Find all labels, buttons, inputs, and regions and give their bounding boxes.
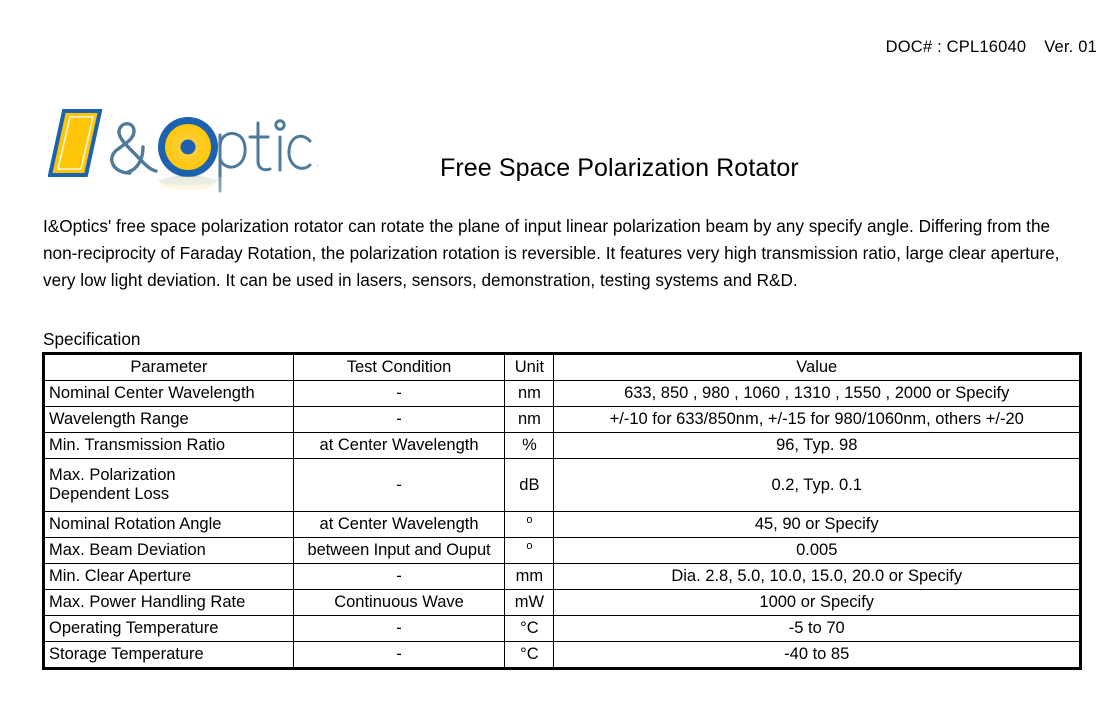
document-version: Ver. 01 bbox=[1044, 38, 1097, 56]
cell-parameter: Storage Temperature bbox=[44, 641, 294, 668]
cell-condition: at Center Wavelength bbox=[292, 432, 506, 459]
cell-unit: % bbox=[504, 432, 555, 459]
cell-parameter: Operating Temperature bbox=[44, 615, 294, 642]
column-header-parameter: Parameter bbox=[44, 354, 294, 381]
logo-reflection bbox=[48, 176, 318, 203]
column-header-value: Value bbox=[553, 354, 1080, 381]
cell-value: -40 to 85 bbox=[553, 641, 1080, 668]
cell-unit: dB bbox=[504, 458, 555, 512]
cell-parameter: Max. Power Handling Rate bbox=[44, 589, 294, 616]
cell-condition: - bbox=[292, 563, 506, 590]
cell-unit: mW bbox=[504, 589, 555, 616]
page-title: Free Space Polarization Rotator bbox=[440, 154, 799, 182]
company-logo bbox=[48, 103, 318, 203]
cell-condition: - bbox=[292, 615, 506, 642]
logo-ampersand bbox=[110, 122, 158, 175]
intro-paragraph: I&Optics' free space polarization rotato… bbox=[43, 216, 1060, 290]
cell-parameter: Wavelength Range bbox=[44, 406, 294, 433]
table-row: Wavelength Range - nm +/-10 for 633/850n… bbox=[44, 406, 1080, 433]
cell-unit: nm bbox=[504, 406, 555, 433]
cell-value: 45, 90 or Specify bbox=[553, 511, 1080, 538]
table-row: Max. Power Handling Rate Continuous Wave… bbox=[44, 589, 1080, 616]
cell-parameter: Max. Beam Deviation bbox=[44, 537, 294, 564]
cell-condition: - bbox=[292, 458, 506, 512]
table-row: Operating Temperature - °C -5 to 70 bbox=[44, 615, 1080, 642]
cell-value: 96, Typ. 98 bbox=[553, 432, 1080, 459]
logo-letter-i bbox=[48, 109, 103, 177]
cell-unit: nm bbox=[504, 380, 555, 407]
cell-condition: - bbox=[292, 406, 506, 433]
cell-unit: °C bbox=[504, 615, 555, 642]
cell-unit: mm bbox=[504, 563, 555, 590]
document-header: DOC# : CPL16040 Ver. 01 bbox=[886, 38, 1097, 57]
table-row: Min. Transmission Ratio at Center Wavele… bbox=[44, 432, 1080, 459]
degree-symbol: o bbox=[526, 513, 533, 526]
cell-unit: o bbox=[504, 537, 555, 564]
cell-condition: Continuous Wave bbox=[292, 589, 506, 616]
table-row: Nominal Center Wavelength - nm 633, 850 … bbox=[44, 380, 1080, 407]
document-number: DOC# : CPL16040 bbox=[885, 38, 1027, 56]
cell-condition: - bbox=[292, 641, 506, 668]
specification-table-container: Parameter Test Condition Unit Value Nomi… bbox=[42, 352, 1082, 670]
cell-value: +/-10 for 633/850nm, +/-15 for 980/1060n… bbox=[553, 406, 1080, 433]
cell-condition: at Center Wavelength bbox=[292, 511, 506, 538]
cell-parameter: Min. Transmission Ratio bbox=[44, 432, 294, 459]
table-row: Storage Temperature - °C -40 to 85 bbox=[44, 641, 1080, 668]
cell-condition: between Input and Ouput bbox=[292, 537, 506, 564]
specification-table: Parameter Test Condition Unit Value Nomi… bbox=[44, 354, 1080, 668]
cell-unit: o bbox=[504, 511, 555, 538]
column-header-unit: Unit bbox=[504, 354, 555, 381]
cell-value: 0.005 bbox=[553, 537, 1080, 564]
logo-mark bbox=[48, 109, 318, 203]
cell-condition: - bbox=[292, 380, 506, 407]
table-row: Nominal Rotation Angle at Center Wavelen… bbox=[44, 511, 1080, 538]
degree-symbol: o bbox=[526, 539, 533, 552]
cell-value: Dia. 2.8, 5.0, 10.0, 15.0, 20.0 or Speci… bbox=[553, 563, 1080, 590]
cell-parameter: Nominal Rotation Angle bbox=[44, 511, 294, 538]
cell-unit: °C bbox=[504, 641, 555, 668]
table-row: Min. Clear Aperture - mm Dia. 2.8, 5.0, … bbox=[44, 563, 1080, 590]
cell-parameter-line1: Max. Polarization bbox=[49, 466, 176, 484]
table-row: Max. Beam Deviation between Input and Ou… bbox=[44, 537, 1080, 564]
specification-heading: Specification bbox=[43, 329, 141, 349]
cell-parameter: Nominal Center Wavelength bbox=[44, 380, 294, 407]
column-header-test-condition: Test Condition bbox=[292, 354, 506, 381]
cell-value: 1000 or Specify bbox=[553, 589, 1080, 616]
cell-value: -5 to 70 bbox=[553, 615, 1080, 642]
cell-parameter: Max. Polarization Dependent Loss bbox=[44, 458, 294, 512]
cell-value: 0.2, Typ. 0.1 bbox=[553, 458, 1080, 512]
cell-parameter: Min. Clear Aperture bbox=[44, 563, 294, 590]
table-header-row: Parameter Test Condition Unit Value bbox=[44, 354, 1080, 381]
table-row: Max. Polarization Dependent Loss - dB 0.2… bbox=[44, 458, 1080, 512]
cell-value: 633, 850 , 980 , 1060 , 1310 , 1550 , 20… bbox=[553, 380, 1080, 407]
logo-letter-o bbox=[158, 117, 218, 177]
cell-parameter-line2: Dependent Loss bbox=[49, 485, 170, 503]
